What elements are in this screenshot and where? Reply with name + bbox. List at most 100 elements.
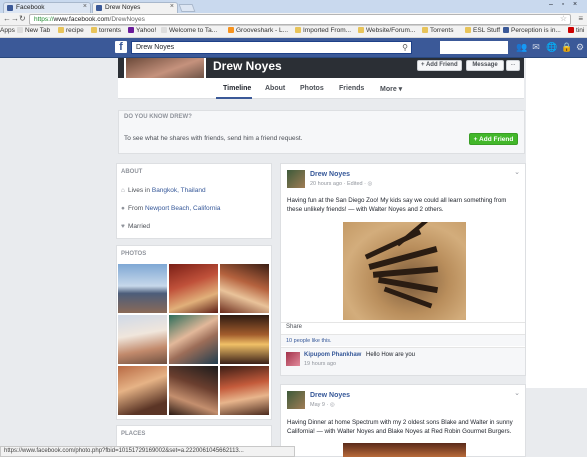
- folder-icon: [422, 27, 428, 33]
- folder-icon: [358, 27, 364, 33]
- post-timestamp[interactable]: 20 hours ago · Edited · ◎: [310, 181, 372, 187]
- tab-about[interactable]: About: [265, 85, 285, 92]
- settings-icon[interactable]: ⚙: [575, 42, 585, 52]
- bookmark-grooveshark[interactable]: Grooveshark - L...: [228, 27, 288, 34]
- more-options-button[interactable]: ...: [506, 60, 520, 71]
- add-friend-button[interactable]: + Add Friend: [417, 60, 462, 71]
- facebook-logo-icon[interactable]: f: [115, 41, 127, 53]
- close-tab-icon[interactable]: ×: [170, 3, 174, 10]
- photo-thumbnail[interactable]: [118, 366, 167, 415]
- window-controls: – ▫ ×: [545, 0, 585, 11]
- post-author[interactable]: Drew Noyes: [310, 392, 350, 399]
- minimize-icon[interactable]: –: [545, 0, 557, 9]
- avatar[interactable]: [286, 352, 300, 366]
- tab-more[interactable]: More ▾: [380, 85, 402, 93]
- folder-icon: [295, 27, 301, 33]
- friend-request-prompt: DO YOU KNOW DREW? To see what he shares …: [118, 110, 525, 154]
- post-author[interactable]: Drew Noyes: [310, 171, 350, 178]
- tab-friends[interactable]: Friends: [339, 85, 364, 92]
- bookmark-yahoo[interactable]: Yahoo!: [128, 27, 156, 34]
- photo-thumbnail[interactable]: [118, 264, 167, 313]
- folder-icon: [465, 27, 471, 33]
- back-icon[interactable]: ←: [3, 14, 11, 23]
- comment-text: Hello How are you: [366, 352, 416, 358]
- bookmark-apps[interactable]: Apps: [0, 27, 15, 34]
- browser-tab-strip: Facebook × Drew Noyes × – ▫ ×: [0, 0, 587, 13]
- messages-icon[interactable]: ✉: [531, 42, 541, 52]
- tab-label: Facebook: [16, 4, 45, 11]
- photo-thumbnail[interactable]: [220, 264, 269, 313]
- account-area[interactable]: [440, 41, 508, 54]
- post-photo[interactable]: [343, 222, 466, 320]
- commenter-name[interactable]: Kipupom Phankhaw: [304, 352, 361, 358]
- avatar[interactable]: [287, 170, 305, 188]
- lives-in-link[interactable]: Bangkok, Thailand: [152, 187, 206, 194]
- bookmark-perception[interactable]: Perception is in...: [503, 27, 561, 34]
- page-icon: [568, 27, 574, 33]
- bookmark-welcome[interactable]: Welcome to Ta...: [161, 27, 217, 34]
- bookmark-esl-stuff[interactable]: ESL Stuff: [465, 27, 500, 34]
- url-scheme: https://: [34, 16, 54, 23]
- forward-icon[interactable]: →: [11, 14, 19, 23]
- folder-icon: [58, 27, 64, 33]
- about-from: ● From Newport Beach, California: [121, 205, 221, 212]
- maximize-icon[interactable]: ▫: [557, 0, 569, 9]
- friend-requests-icon[interactable]: 👥: [516, 42, 527, 52]
- bookmark-torrents-2[interactable]: Torrents: [422, 27, 453, 34]
- page-icon: [17, 27, 23, 33]
- search-value: Drew Noyes: [136, 44, 175, 51]
- bookmark-website-forum[interactable]: Website/Forum...: [358, 27, 415, 34]
- avatar[interactable]: [287, 391, 305, 409]
- facebook-favicon-icon: [7, 5, 13, 11]
- bookmark-tini[interactable]: tini: [568, 27, 584, 34]
- prompt-text: To see what he shares with friends, send…: [124, 135, 303, 142]
- tab-photos[interactable]: Photos: [300, 85, 324, 92]
- share-link[interactable]: Share: [281, 322, 525, 332]
- tab-timeline[interactable]: Timeline: [223, 85, 251, 92]
- bookmark-torrents[interactable]: torrents: [91, 27, 121, 34]
- new-tab-button[interactable]: [178, 4, 196, 12]
- browser-tab-drew-noyes[interactable]: Drew Noyes ×: [92, 2, 178, 13]
- about-title: ABOUT: [121, 169, 143, 175]
- bookmark-star-icon[interactable]: ☆: [560, 14, 567, 23]
- photo-thumbnail[interactable]: [220, 315, 269, 364]
- about-lives-in: ⌂ Lives in Bangkok, Thailand: [121, 187, 206, 194]
- timeline-post: Drew Noyes May 9 · ◎ ⌄ Having Dinner at …: [280, 384, 526, 457]
- likes-count[interactable]: 10 people like this.: [281, 334, 525, 346]
- notifications-icon[interactable]: 🌐: [546, 42, 557, 52]
- chevron-down-icon[interactable]: ⌄: [514, 389, 520, 397]
- profile-tabs: Timeline About Photos Friends More ▾: [118, 78, 524, 99]
- photo-thumbnail[interactable]: [169, 264, 218, 313]
- message-button[interactable]: Message: [466, 60, 504, 71]
- search-input[interactable]: Drew Noyes ⚲: [131, 41, 412, 54]
- bookmark-new-tab[interactable]: New Tab: [17, 27, 50, 34]
- home-icon: ⌂: [121, 187, 125, 194]
- bookmark-imported[interactable]: Imported From...: [295, 27, 351, 34]
- photo-thumbnail[interactable]: [169, 315, 218, 364]
- profile-name[interactable]: Drew Noyes: [213, 59, 282, 73]
- post-timestamp[interactable]: May 9 · ◎: [310, 402, 335, 408]
- grooveshark-icon: [228, 27, 234, 33]
- browser-menu-icon[interactable]: ≡: [578, 14, 583, 23]
- address-bar[interactable]: https://www.facebook.com/DrewNoyes: [29, 14, 571, 25]
- close-tab-icon[interactable]: ×: [83, 3, 87, 10]
- page-icon: [161, 27, 167, 33]
- folder-icon: [91, 27, 97, 33]
- photo-thumbnail[interactable]: [118, 315, 167, 364]
- close-window-icon[interactable]: ×: [569, 0, 581, 9]
- photo-thumbnail[interactable]: [220, 366, 269, 415]
- post-photo[interactable]: [343, 443, 466, 457]
- reload-icon[interactable]: ↻: [19, 14, 26, 23]
- bookmarks-bar: Apps New Tab recipe torrents Yahoo! Welc…: [0, 26, 587, 38]
- search-icon[interactable]: ⚲: [402, 43, 408, 52]
- chevron-down-icon[interactable]: ⌄: [514, 168, 520, 176]
- from-link[interactable]: Newport Beach, California: [145, 205, 221, 212]
- comment-time[interactable]: 19 hours ago: [304, 361, 336, 367]
- prompt-title: DO YOU KNOW DREW?: [124, 114, 192, 120]
- url-path: /DrewNoyes: [109, 16, 145, 23]
- privacy-shortcuts-icon[interactable]: 🔒: [561, 42, 572, 52]
- add-friend-green-button[interactable]: + Add Friend: [469, 133, 518, 145]
- photo-thumbnail[interactable]: [169, 366, 218, 415]
- bookmark-recipe[interactable]: recipe: [58, 27, 84, 34]
- browser-tab-facebook[interactable]: Facebook ×: [3, 2, 91, 13]
